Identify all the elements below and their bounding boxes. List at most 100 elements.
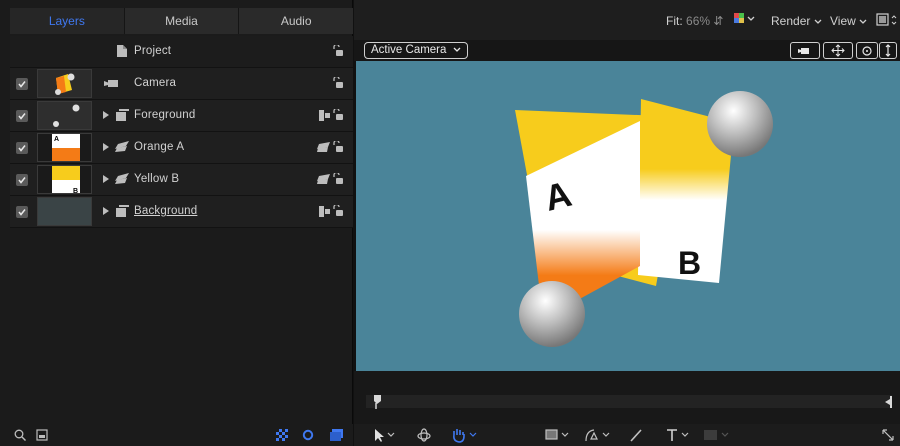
disclosure-triangle[interactable]: [103, 175, 109, 183]
chevron-down-icon: [453, 47, 461, 52]
layer-row-project[interactable]: Project: [10, 36, 353, 68]
view-menu[interactable]: View: [830, 14, 867, 28]
timeline-track[interactable]: [366, 395, 892, 408]
sphere-top: [707, 91, 773, 157]
unlock-icon[interactable]: [333, 141, 343, 152]
layer-row-background[interactable]: Background: [10, 196, 353, 228]
replicator-icon: [115, 141, 129, 152]
select-tool-icon[interactable]: [372, 427, 396, 443]
pen-tool-icon[interactable]: [582, 427, 614, 443]
out-point-icon[interactable]: [885, 396, 892, 408]
fit-zoom-menu[interactable]: Fit: 66% ⇵: [666, 14, 723, 28]
layers-view-icon[interactable]: [330, 429, 343, 441]
layer-thumbnail-background: [37, 197, 92, 226]
layer-visibility-checkbox[interactable]: [16, 78, 28, 90]
svg-text:B: B: [73, 188, 78, 194]
pan-button[interactable]: [823, 42, 853, 59]
layer-visibility-checkbox[interactable]: [16, 206, 28, 218]
paint-stroke-icon[interactable]: [628, 427, 644, 443]
layer-thumbnail-camera: [37, 69, 92, 98]
layer-thumbnail-foreground: [37, 101, 92, 130]
layers-panel: Layers Media Audio Project Camera Foregr…: [0, 0, 353, 446]
unlock-icon[interactable]: [333, 205, 343, 216]
layer-visibility-checkbox[interactable]: [16, 110, 28, 122]
tab-media[interactable]: Media: [125, 8, 240, 34]
layer-type-icon[interactable]: [317, 174, 330, 184]
layers-list: Project Camera Foreground A Orange A B Y…: [10, 36, 353, 228]
layer-row-foreground[interactable]: Foreground: [10, 100, 353, 132]
group-icon: [116, 109, 129, 121]
camera-view-button[interactable]: [790, 42, 820, 59]
replicator-icon: [115, 173, 129, 184]
3d-transform-icon[interactable]: [416, 427, 432, 443]
unlock-icon[interactable]: [333, 173, 343, 184]
fit-label: Fit:: [666, 14, 683, 28]
window-layout-icon: [876, 13, 897, 26]
chevron-down-icon: [859, 19, 867, 24]
move-arrows-icon: [831, 44, 845, 57]
disclosure-triangle[interactable]: [103, 111, 109, 119]
disclosure-triangle[interactable]: [103, 207, 109, 215]
layer-row-orange-a[interactable]: A Orange A: [10, 132, 353, 164]
camera-icon: [798, 48, 809, 54]
layer-name-background: Background: [134, 205, 198, 217]
group-2d-icon[interactable]: [319, 110, 330, 121]
window-layout-menu[interactable]: [876, 13, 898, 30]
render-label: Render: [771, 14, 811, 28]
orbit-button[interactable]: [856, 42, 878, 59]
color-channels-icon: [734, 13, 755, 23]
chevron-down-icon: [814, 19, 822, 24]
project-document-icon: [117, 45, 127, 57]
tab-audio[interactable]: Audio: [239, 8, 353, 34]
layer-row-yellow-b[interactable]: B Yellow B: [10, 164, 353, 196]
layer-visibility-checkbox[interactable]: [16, 142, 28, 154]
layer-thumbnail-yellow-b: B: [37, 165, 92, 194]
checkerboard-icon[interactable]: [276, 429, 288, 441]
group-icon: [116, 205, 129, 217]
group-2d-icon[interactable]: [319, 206, 330, 217]
mini-timeline: [354, 371, 900, 424]
view-label: View: [830, 14, 856, 28]
layer-row-camera[interactable]: Camera: [10, 68, 353, 100]
layer-thumbnail-orange-a: A: [37, 133, 92, 162]
tab-layers[interactable]: Layers: [10, 8, 125, 34]
shape-tool-icon[interactable]: [544, 427, 572, 443]
dolly-button[interactable]: [879, 42, 897, 59]
layer-name-camera: Camera: [134, 77, 177, 89]
scene-artwork: A B: [515, 91, 773, 347]
mask-tool-icon[interactable]: [702, 427, 734, 443]
camera-icon: [104, 80, 118, 87]
text-tool-icon[interactable]: [664, 427, 692, 443]
layer-name-project: Project: [134, 45, 172, 57]
dolly-icon: [885, 44, 891, 57]
canvas-tools: [354, 424, 900, 446]
add-layer-icon[interactable]: [36, 429, 48, 441]
layer-name-orange-a: Orange A: [134, 141, 185, 153]
expand-viewer-icon[interactable]: [881, 427, 895, 443]
unlock-icon[interactable]: [333, 109, 343, 120]
camera-select-label: Active Camera: [371, 44, 447, 56]
viewer-subbar: Active Camera: [354, 40, 900, 61]
search-icon[interactable]: [14, 429, 26, 441]
playhead-icon[interactable]: [374, 395, 382, 409]
sphere-bottom: [519, 281, 585, 347]
render-menu[interactable]: Render: [771, 14, 822, 28]
layer-visibility-checkbox[interactable]: [16, 174, 28, 186]
layer-type-icon[interactable]: [317, 142, 330, 152]
orbit-icon: [862, 46, 872, 56]
svg-text:A: A: [54, 136, 59, 143]
channels-menu[interactable]: [733, 12, 755, 29]
card-b-letter: B: [678, 245, 701, 281]
layer-name-yellow-b: Yellow B: [134, 173, 180, 185]
panel-tabs: Layers Media Audio: [10, 8, 353, 34]
camera-select[interactable]: Active Camera: [364, 42, 468, 59]
gear-icon[interactable]: [302, 429, 314, 441]
layer-name-foreground: Foreground: [134, 109, 196, 121]
disclosure-triangle[interactable]: [103, 143, 109, 151]
unlock-icon[interactable]: [333, 77, 343, 88]
viewer-canvas[interactable]: A B: [356, 61, 900, 371]
pan-hand-icon[interactable]: [450, 427, 478, 443]
unlock-icon[interactable]: [333, 45, 343, 56]
viewer-toolbar: Fit: 66% ⇵ Render View: [354, 0, 900, 40]
layers-footer: [0, 424, 353, 446]
